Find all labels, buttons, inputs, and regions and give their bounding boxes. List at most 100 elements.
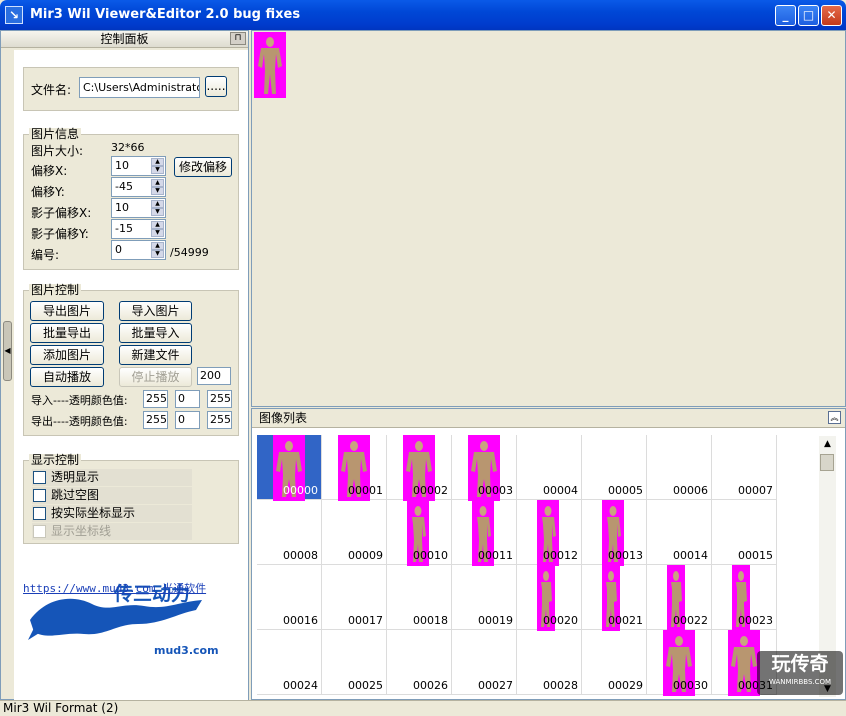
- status-bar: Mir3 Wil Format (2): [0, 700, 846, 716]
- import-image-button[interactable]: 导入图片: [119, 301, 192, 321]
- image-list-item[interactable]: 00018: [387, 565, 452, 630]
- image-list-item-label: 00010: [413, 549, 448, 562]
- pin-icon[interactable]: ⊓: [230, 32, 246, 45]
- show-coord-lines-checkbox[interactable]: 显示坐标线: [32, 523, 192, 540]
- image-grid: 00000 00001 00002 00003 00004 00005 00006 00007…: [257, 435, 777, 697]
- import-r-field[interactable]: 255: [143, 390, 168, 408]
- image-list-item[interactable]: 00027: [452, 630, 517, 695]
- image-list-item[interactable]: 00021: [582, 565, 647, 631]
- image-list-item[interactable]: 00007: [712, 435, 777, 500]
- image-list-item[interactable]: 00010: [387, 500, 452, 566]
- title-bar[interactable]: ↘ Mir3 Wil Viewer&Editor 2.0 bug fixes _…: [0, 0, 846, 30]
- file-label: 文件名:: [31, 83, 72, 97]
- collapse-up-icon[interactable]: ︽: [828, 411, 841, 424]
- offset-y-spinner[interactable]: -45 ▲ ▼: [111, 177, 166, 197]
- spin-down-icon[interactable]: ▼: [151, 187, 164, 195]
- checkbox-box[interactable]: [33, 489, 46, 502]
- spin-up-icon[interactable]: ▲: [151, 200, 164, 208]
- import-b-field[interactable]: 255: [207, 390, 232, 408]
- image-list-item[interactable]: 00008: [257, 500, 322, 565]
- scroll-thumb[interactable]: [820, 454, 834, 471]
- spin-up-icon[interactable]: ▲: [151, 179, 164, 187]
- checkbox-box[interactable]: [33, 525, 46, 538]
- scroll-up-icon[interactable]: ▲: [819, 436, 836, 452]
- batch-export-button[interactable]: 批量导出: [30, 323, 104, 343]
- export-b-field[interactable]: 255: [207, 411, 232, 429]
- image-list-item[interactable]: 00002: [387, 435, 452, 501]
- add-image-button[interactable]: 添加图片: [30, 345, 104, 365]
- minimize-button[interactable]: _: [775, 5, 796, 26]
- image-list-item[interactable]: 00013: [582, 500, 647, 566]
- image-list-item[interactable]: 00005: [582, 435, 647, 500]
- spin-up-icon[interactable]: ▲: [151, 158, 164, 166]
- spin-down-icon[interactable]: ▼: [151, 250, 164, 258]
- spin-down-icon[interactable]: ▼: [151, 166, 164, 174]
- image-list-item[interactable]: 00011: [452, 500, 517, 566]
- checkbox-box[interactable]: [33, 507, 46, 520]
- modify-offset-button[interactable]: 修改偏移: [174, 157, 232, 177]
- image-list-item[interactable]: 00009: [322, 500, 387, 565]
- image-list-item[interactable]: 00004: [517, 435, 582, 500]
- image-list-item[interactable]: 00024: [257, 630, 322, 695]
- spin-up-icon[interactable]: ▲: [151, 242, 164, 250]
- image-list-item[interactable]: 00017: [322, 565, 387, 630]
- window-title: Mir3 Wil Viewer&Editor 2.0 bug fixes: [30, 7, 301, 22]
- import-g-field[interactable]: 0: [175, 390, 200, 408]
- image-list-item-label: 00024: [283, 679, 318, 692]
- image-list-item[interactable]: 00022: [647, 565, 712, 631]
- maximize-button[interactable]: □: [798, 5, 819, 26]
- spin-up-icon[interactable]: ▲: [151, 221, 164, 229]
- image-list-item[interactable]: 00014: [647, 500, 712, 565]
- browse-button[interactable]: .....: [205, 76, 227, 97]
- panel-collapse-handle[interactable]: ◀: [3, 321, 12, 381]
- display-control-title: 显示控制: [29, 453, 82, 467]
- index-label: 编号:: [31, 248, 60, 262]
- stop-play-button[interactable]: 停止播放: [119, 367, 192, 387]
- export-r-field[interactable]: 255: [143, 411, 168, 429]
- export-image-button[interactable]: 导出图片: [30, 301, 104, 321]
- image-list-item-label: 00021: [608, 614, 643, 627]
- image-list-item[interactable]: 00000: [257, 435, 322, 501]
- offset-x-spinner[interactable]: 10 ▲ ▼: [111, 156, 166, 176]
- spin-down-icon[interactable]: ▼: [151, 229, 164, 237]
- image-preview-area[interactable]: [251, 30, 846, 407]
- new-file-button[interactable]: 新建文件: [119, 345, 192, 365]
- spin-down-icon[interactable]: ▼: [151, 208, 164, 216]
- image-list-item[interactable]: 00019: [452, 565, 517, 630]
- export-g-field[interactable]: 0: [175, 411, 200, 429]
- autoplay-button[interactable]: 自动播放: [30, 367, 104, 387]
- image-list-item[interactable]: 00015: [712, 500, 777, 565]
- image-list-item[interactable]: 00003: [452, 435, 517, 501]
- image-list-item[interactable]: 00016: [257, 565, 322, 630]
- file-path-field[interactable]: C:\Users\Administrator\Desktop: [79, 77, 200, 98]
- play-interval-field[interactable]: 200: [197, 367, 231, 385]
- checkbox-box[interactable]: [33, 471, 46, 484]
- image-list-item[interactable]: 00020: [517, 565, 582, 631]
- offset-y-value: -45: [115, 180, 133, 193]
- image-list-item[interactable]: 00028: [517, 630, 582, 695]
- image-list-item[interactable]: 00026: [387, 630, 452, 695]
- image-list-item[interactable]: 00025: [322, 630, 387, 695]
- image-size-value: 32*66: [111, 141, 145, 154]
- image-list-item[interactable]: 00006: [647, 435, 712, 500]
- image-list-item[interactable]: 00029: [582, 630, 647, 695]
- skip-empty-checkbox[interactable]: 跳过空图: [32, 487, 192, 504]
- image-list-item[interactable]: 00030: [647, 630, 712, 696]
- shadow-offset-x-spinner[interactable]: 10 ▲ ▼: [111, 198, 166, 218]
- shadow-offset-y-spinner[interactable]: -15 ▲ ▼: [111, 219, 166, 239]
- batch-import-button[interactable]: 批量导入: [119, 323, 192, 343]
- image-list-item[interactable]: 00023: [712, 565, 777, 631]
- index-spinner[interactable]: 0 ▲ ▼: [111, 240, 166, 260]
- image-list-item-label: 00018: [413, 614, 448, 627]
- image-list-item[interactable]: 00012: [517, 500, 582, 566]
- import-transparent-label: 导入----透明颜色值:: [31, 394, 128, 407]
- close-button[interactable]: ✕: [821, 5, 842, 26]
- image-list-item-label: 00007: [738, 484, 773, 497]
- image-list-item-label: 00025: [348, 679, 383, 692]
- website-link[interactable]: https://www.mud3.com 光通软件: [23, 580, 206, 596]
- image-list-item[interactable]: 00001: [322, 435, 387, 501]
- control-panel-title: 控制面板: [100, 32, 149, 46]
- actual-coords-checkbox[interactable]: 按实际坐标显示: [32, 505, 192, 522]
- control-panel-body: 文件名: C:\Users\Administrator\Desktop ....…: [14, 50, 248, 700]
- transparent-display-checkbox[interactable]: 透明显示: [32, 469, 192, 486]
